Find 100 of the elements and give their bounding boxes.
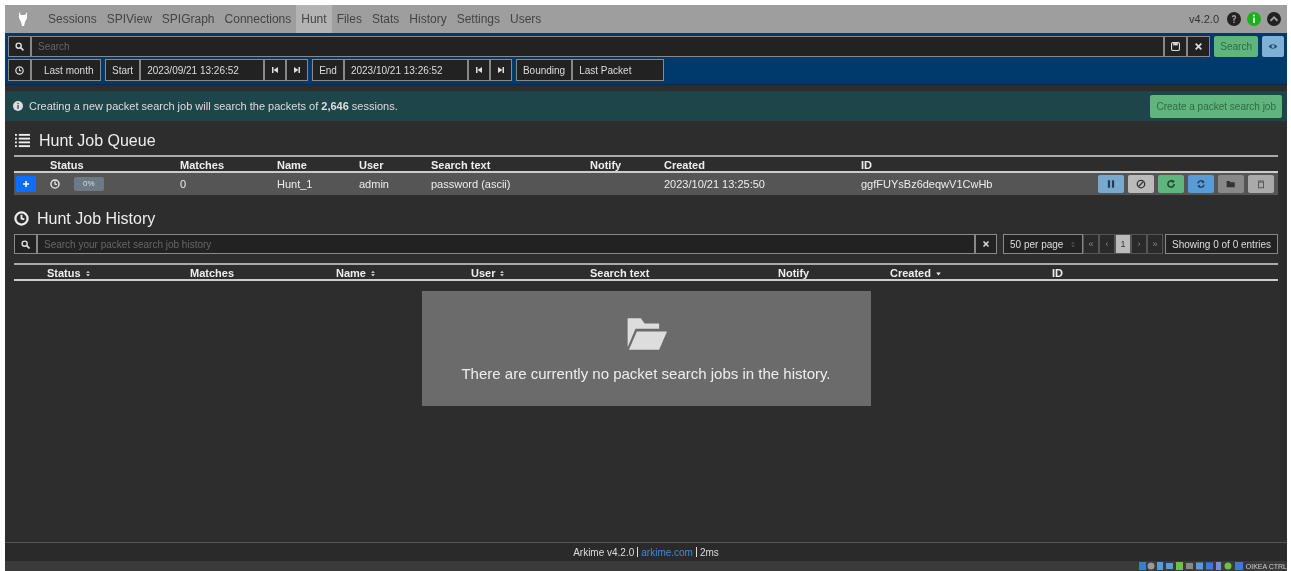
column-header[interactable]: Status xyxy=(47,265,81,282)
nav-link[interactable]: Users xyxy=(505,5,547,33)
column-header: Notify xyxy=(590,158,623,174)
entries-count: Showing 0 of 0 entries xyxy=(1165,234,1278,255)
nav-link[interactable]: Files xyxy=(331,5,367,33)
next-button[interactable] xyxy=(286,59,309,81)
sort-icon xyxy=(1070,239,1077,249)
column-header: Created xyxy=(664,158,706,174)
rerun-button[interactable] xyxy=(1158,175,1184,194)
help-icon[interactable] xyxy=(1227,12,1241,26)
close-icon xyxy=(982,240,991,249)
column-header: Matches xyxy=(180,158,226,174)
nav-link[interactable]: Hunt xyxy=(296,5,332,33)
section-title: Hunt Job Queue xyxy=(39,131,156,151)
folder-icon xyxy=(1226,179,1236,190)
table-cell: Hunt_1 xyxy=(277,177,313,190)
timing-text: 2ms xyxy=(699,545,719,560)
page-button: « xyxy=(1083,234,1100,255)
footer-text: Arkime v4.2.0 xyxy=(573,545,635,560)
separator-icon xyxy=(637,547,639,557)
previous-button[interactable] xyxy=(467,59,490,81)
chevron-up-icon[interactable] xyxy=(1267,12,1281,26)
column-header[interactable]: Search text xyxy=(590,265,650,282)
close-icon xyxy=(1194,42,1204,51)
skip-forward-icon xyxy=(293,66,302,74)
time-range-select[interactable]: Last month xyxy=(31,59,101,81)
clear-button[interactable] xyxy=(975,234,998,255)
search-icon xyxy=(21,239,30,249)
date-label: End xyxy=(312,59,344,81)
table-cell: password (ascii) xyxy=(431,177,511,190)
nav-link[interactable]: Stats xyxy=(366,5,405,33)
table-cell: 2023/10/21 13:25:50 xyxy=(664,177,765,190)
repeat-button[interactable] xyxy=(1188,175,1214,194)
repeat-icon xyxy=(1196,179,1206,190)
rerun-icon xyxy=(1166,179,1176,190)
per-page-select[interactable]: 50 per page xyxy=(1003,234,1084,255)
column-header: ID xyxy=(861,158,873,174)
column-header: Search text xyxy=(431,158,492,174)
pause-icon xyxy=(1106,179,1116,190)
nav-link[interactable]: Settings xyxy=(451,5,506,33)
page-button: › xyxy=(1131,234,1148,255)
column-header[interactable]: Created xyxy=(890,265,931,282)
bounding-select[interactable]: Last Packet xyxy=(572,59,665,81)
info-icon xyxy=(13,101,23,111)
alert-text: Creating a new packet search job will search the packets of 2,646 sessions. xyxy=(29,98,398,114)
delete-button[interactable] xyxy=(1248,175,1274,194)
search-field[interactable]: Search xyxy=(31,36,1165,57)
column-header: User xyxy=(359,158,385,174)
table-cell: admin xyxy=(359,177,389,190)
page-button[interactable]: 1 xyxy=(1115,234,1132,255)
page-button: ‹ xyxy=(1099,234,1116,255)
column-header[interactable]: ID xyxy=(1052,265,1063,282)
clock-icon xyxy=(14,211,29,227)
progress-badge: 0% xyxy=(74,177,104,192)
pause-button[interactable] xyxy=(1098,175,1124,194)
cancel-icon xyxy=(1136,179,1146,190)
column-header: Name xyxy=(277,158,308,174)
column-header[interactable]: Name xyxy=(336,265,366,282)
clock-icon xyxy=(15,65,24,75)
column-header[interactable]: User xyxy=(471,265,496,282)
list-icon xyxy=(14,133,31,149)
footer-link[interactable]: arkime.com xyxy=(641,544,693,560)
skip-back-icon xyxy=(474,66,483,74)
nav-link[interactable]: SPIView xyxy=(101,5,157,33)
nav-link[interactable]: History xyxy=(404,5,452,33)
search-field[interactable]: Search your packet search job history xyxy=(37,234,976,255)
version-text: v4.2.0 xyxy=(1189,11,1219,27)
next-button[interactable] xyxy=(489,59,512,81)
page-button: » xyxy=(1147,234,1164,255)
eye-icon xyxy=(1268,42,1278,51)
cancel-button[interactable] xyxy=(1128,175,1154,194)
search-icon xyxy=(15,42,24,51)
column-header[interactable]: Matches xyxy=(190,265,235,282)
separator-icon xyxy=(695,547,697,557)
expand-button[interactable] xyxy=(16,176,36,193)
open-button[interactable] xyxy=(1218,175,1244,194)
empty-message: There are currently no packet search jobs in the history. xyxy=(461,363,831,384)
floppy-icon xyxy=(1171,42,1181,51)
table-cell: ggfFUYsBz6deqwV1CwHb xyxy=(861,177,993,190)
nav-link[interactable]: Connections xyxy=(219,5,297,33)
date-field[interactable]: 2023/09/21 13:26:52 xyxy=(140,59,265,81)
clear-button[interactable] xyxy=(1187,36,1211,57)
info-icon[interactable] xyxy=(1247,12,1261,26)
skip-back-icon xyxy=(271,66,280,74)
nav-link[interactable]: Sessions xyxy=(43,5,102,33)
column-header: Status xyxy=(50,158,85,174)
previous-button[interactable] xyxy=(264,59,287,81)
section-title: Hunt Job History xyxy=(37,209,156,229)
clock-icon xyxy=(50,179,60,190)
plus-icon xyxy=(22,180,30,189)
per-page-text: 50 per page xyxy=(1010,237,1064,252)
view-button[interactable] xyxy=(1262,36,1284,57)
bounding-label: Bounding xyxy=(515,59,573,81)
column-header[interactable]: Notify xyxy=(778,265,810,282)
nav-link[interactable]: SPIGraph xyxy=(156,5,220,33)
skip-forward-icon xyxy=(496,66,505,74)
table-cell: 0 xyxy=(180,177,187,190)
date-label: Start xyxy=(105,59,141,81)
save-button[interactable] xyxy=(1164,36,1188,57)
date-field[interactable]: 2023/10/21 13:26:52 xyxy=(343,59,468,81)
